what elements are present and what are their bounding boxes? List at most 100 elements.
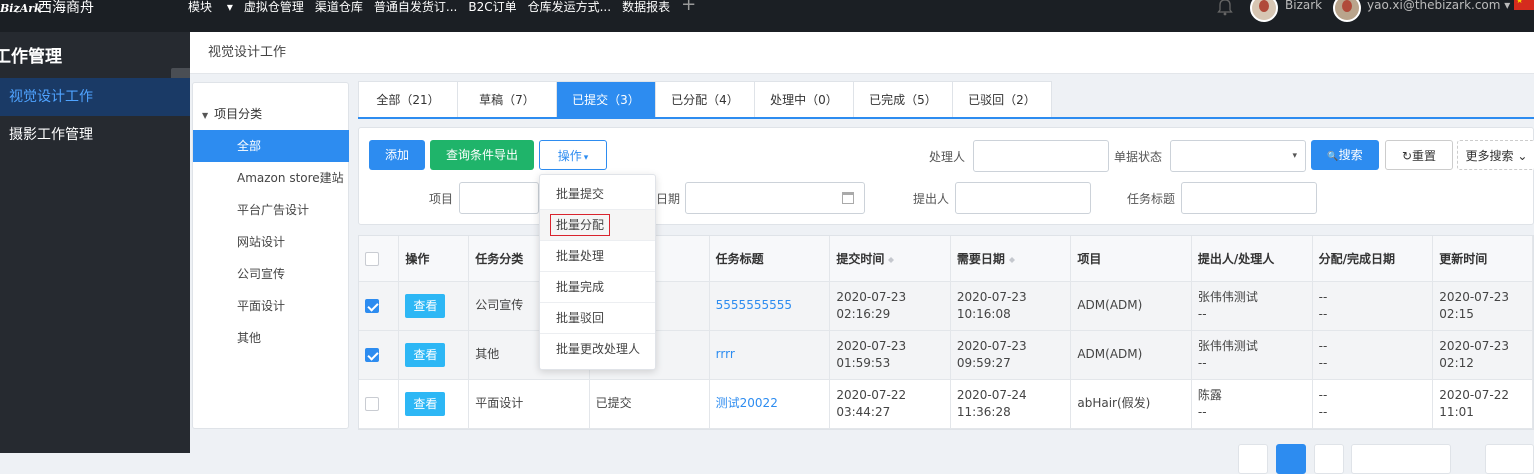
col-submit-time[interactable]: 提交时间	[829, 236, 951, 282]
menu-item-batch-change-handler[interactable]: 批量更改处理人	[540, 334, 655, 365]
export-button[interactable]: 查询条件导出	[430, 140, 534, 170]
cell-project: abHair(假发)	[1070, 379, 1192, 429]
menu-item-batch-process[interactable]: 批量处理	[540, 241, 655, 272]
cell-status: 已提交	[589, 379, 710, 429]
sort-icon[interactable]	[888, 254, 895, 264]
row-checkbox[interactable]	[365, 347, 379, 362]
chevron-down-icon: ▾	[226, 0, 233, 14]
flag-china-icon[interactable]	[1514, 0, 1534, 10]
table-row[interactable]: 查看 公司宣传 5555555555 2020-07-23 02:16:29 2…	[359, 281, 1533, 331]
sidebar-item-visual-design[interactable]: 视觉设计工作	[0, 78, 190, 116]
sidebar: 工作管理 ‹ 视觉设计工作 摄影工作管理	[0, 32, 190, 453]
task-title-label: 任务标题	[1127, 192, 1176, 206]
task-title-input[interactable]	[1181, 182, 1317, 214]
cell-person: 张伟伟测试 --	[1191, 330, 1313, 380]
avatar[interactable]	[1333, 0, 1361, 22]
operations-dropdown-menu: 批量提交 批量分配 批量处理 批量完成 批量驳回 批量更改处理人	[539, 174, 656, 370]
more-search-button[interactable]: 更多搜索 ⌄	[1457, 140, 1534, 170]
tab-assigned[interactable]: 已分配（4）	[656, 82, 755, 118]
tab-processing[interactable]: 处理中（0）	[755, 82, 854, 118]
main-content: 视觉设计工作 ▼ 项目分类 全部 Amazon store建站 平台广告设计 网站…	[190, 32, 1534, 474]
user-email[interactable]: yao.xi@thebizark.com ▾	[1367, 0, 1510, 12]
view-button[interactable]: 查看	[405, 293, 446, 318]
proposer-input[interactable]	[955, 182, 1091, 214]
select-all-checkbox[interactable]	[365, 251, 379, 266]
proposer-label: 提出人	[913, 192, 950, 206]
add-button[interactable]: 添加	[369, 140, 425, 170]
project-input[interactable]	[459, 182, 539, 214]
cell-submit-time: 2020-07-22 03:44:27	[829, 379, 951, 429]
tab-all[interactable]: 全部（21）	[359, 82, 458, 118]
caret-down-icon: ▾	[583, 153, 589, 163]
search-icon: 🔍	[1327, 152, 1339, 162]
col-title: 任务标题	[709, 236, 831, 282]
user-name[interactable]: Bizark	[1285, 0, 1322, 12]
task-title-link[interactable]: 测试20022	[716, 396, 778, 410]
col-update-time: 更新时间	[1432, 236, 1533, 282]
nav-b2c-orders[interactable]: B2C订单	[468, 0, 516, 15]
tree-item-other[interactable]: 其他	[193, 322, 349, 354]
col-assign-date: 分配/完成日期	[1312, 236, 1434, 282]
row-checkbox[interactable]	[365, 298, 379, 313]
bell-icon[interactable]	[1216, 0, 1234, 16]
cell-update-time: 2020-07-22 11:01	[1432, 379, 1533, 429]
page-size-select[interactable]	[1351, 444, 1451, 474]
chevron-down-icon: ▾	[1292, 151, 1297, 161]
nav-channel-warehouse[interactable]: 渠道仓库	[315, 0, 363, 15]
page-jump-input[interactable]	[1485, 444, 1534, 474]
menu-item-batch-submit[interactable]: 批量提交	[540, 179, 655, 210]
status-tabs: 全部（21） 草稿（7） 已提交（3） 已分配（4） 处理中（0） 已完成（5）…	[358, 81, 1052, 118]
cell-submit-time: 2020-07-23 02:16:29	[829, 281, 951, 331]
menu-item-batch-complete[interactable]: 批量完成	[540, 272, 655, 303]
pager-next[interactable]	[1314, 444, 1344, 474]
nav-self-shipping[interactable]: 普通自发货订...	[374, 0, 457, 15]
add-tab-icon[interactable]: +	[681, 0, 696, 15]
date-picker[interactable]	[685, 182, 865, 214]
pager-prev[interactable]	[1238, 444, 1268, 474]
col-person: 提出人/处理人	[1191, 236, 1313, 282]
tree-root[interactable]: ▼ 项目分类	[202, 105, 262, 122]
top-bar: BizArk 西海商舟 模块 ▾ 虚拟仓管理 渠道仓库 普通自发货订... B2…	[0, 0, 1534, 32]
search-button[interactable]: 🔍搜索	[1311, 140, 1379, 170]
tree-item-website[interactable]: 网站设计	[193, 226, 349, 258]
doc-status-select[interactable]: ▾	[1170, 140, 1306, 172]
tree-item-amazon[interactable]: Amazon store建站	[193, 162, 349, 194]
category-tree: ▼ 项目分类 全部 Amazon store建站 平台广告设计 网站设计 公司宣传…	[192, 82, 349, 429]
nav-virtual-warehouse[interactable]: 虚拟仓管理	[244, 0, 304, 15]
tab-completed[interactable]: 已完成（5）	[854, 82, 953, 118]
nav-warehouse-shipping[interactable]: 仓库发运方式...	[528, 0, 611, 15]
tree-item-all[interactable]: 全部	[193, 130, 349, 162]
tab-underline	[358, 117, 1534, 119]
col-need-date[interactable]: 需要日期	[950, 236, 1072, 282]
handler-input[interactable]	[973, 140, 1109, 172]
task-title-link[interactable]: 5555555555	[716, 298, 792, 312]
tab-submitted[interactable]: 已提交（3）	[557, 82, 656, 118]
tree-item-graphic[interactable]: 平面设计	[193, 290, 349, 322]
tree-item-platform-ads[interactable]: 平台广告设计	[193, 194, 349, 226]
col-actions: 操作	[398, 236, 470, 282]
sort-icon[interactable]	[1008, 254, 1015, 264]
menu-item-batch-assign[interactable]: 批量分配	[540, 210, 655, 241]
operations-button[interactable]: 操作 ▾	[539, 140, 607, 170]
nav-module[interactable]: 模块 ▾	[188, 0, 233, 15]
tab-rejected[interactable]: 已驳回（2）	[953, 82, 1052, 118]
reset-button[interactable]: ↻重置	[1385, 140, 1453, 170]
tab-draft[interactable]: 草稿（7）	[458, 82, 557, 118]
table-row[interactable]: 查看 其他 rrrr 2020-07-23 01:59:53 2020-07-2…	[359, 330, 1533, 380]
calendar-icon	[842, 192, 854, 204]
tree-item-company[interactable]: 公司宣传	[193, 258, 349, 290]
top-nav: 模块 ▾ 虚拟仓管理 渠道仓库 普通自发货订... B2C订单 仓库发运方式..…	[188, 0, 707, 15]
table-row[interactable]: 查看 平面设计 已提交 测试20022 2020-07-22 03:44:27 …	[359, 379, 1533, 429]
avatar[interactable]	[1250, 0, 1278, 22]
view-button[interactable]: 查看	[405, 342, 446, 367]
handler-label: 处理人	[929, 150, 966, 164]
menu-item-batch-reject[interactable]: 批量驳回	[540, 303, 655, 334]
select-all-cell	[359, 236, 400, 282]
sidebar-item-photography[interactable]: 摄影工作管理	[0, 116, 190, 154]
view-button[interactable]: 查看	[405, 391, 446, 416]
row-checkbox[interactable]	[365, 396, 379, 411]
task-title-link[interactable]: rrrr	[716, 347, 735, 361]
nav-reports[interactable]: 数据报表	[622, 0, 670, 15]
pager-current[interactable]	[1276, 444, 1306, 474]
logo[interactable]: BizArk 西海商舟	[0, 0, 110, 18]
